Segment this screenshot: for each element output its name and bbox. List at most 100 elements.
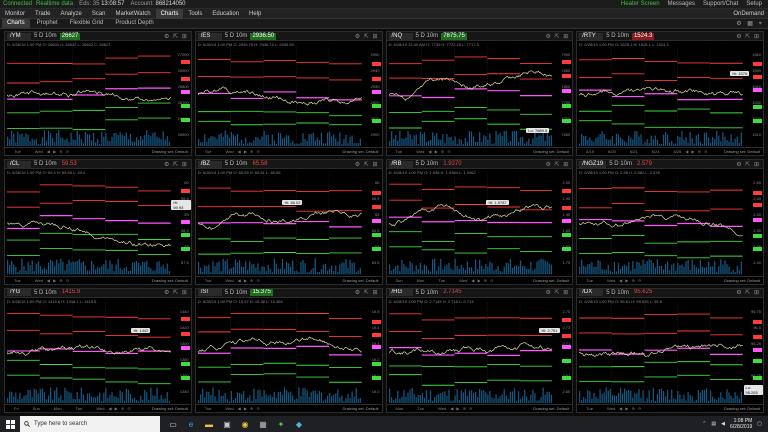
drawing-set[interactable]: Drawing set: Default (533, 278, 572, 283)
price-plot[interactable] (197, 46, 362, 147)
support-chat-link[interactable]: Support/Chat (703, 1, 738, 7)
chart-controls[interactable]: ⚙ ⇱ ⊞ (355, 161, 382, 168)
menu-item-monitor[interactable]: Monitor (0, 9, 30, 19)
chart-panel[interactable]: /NGZ19 5 D 10m 2.579 ⚙ ⇱ ⊞ D: 6/28/19 1:… (576, 159, 764, 285)
price-plot[interactable] (197, 302, 362, 403)
chart-controls[interactable]: ⚙ ⇱ ⊞ (355, 33, 382, 40)
chrome-icon[interactable]: ◉ (240, 419, 250, 429)
chart-tools[interactable]: ⚙ ▦ ⌖ (736, 20, 768, 28)
zoom-controls[interactable]: ◀ ▶ ⊕ ⊖ (619, 406, 642, 411)
symbol-field[interactable]: /RTY (579, 32, 604, 40)
symbol-field[interactable]: /RB (388, 160, 413, 168)
symbol-field[interactable]: /CL (7, 160, 31, 168)
chevron-up-icon[interactable]: ⌃ (702, 421, 706, 427)
start-button[interactable] (0, 416, 20, 432)
clock[interactable]: 1:08 PM 6/28/2019 (730, 418, 752, 430)
price-plot[interactable] (7, 302, 171, 403)
time-period[interactable]: 5 D 10m (34, 290, 57, 296)
symbol-field[interactable]: /HG (388, 289, 413, 297)
time-period[interactable]: 5 D 10m (225, 161, 248, 167)
symbol-field[interactable]: /DX (579, 289, 604, 297)
price-plot[interactable] (197, 174, 362, 275)
chart-controls[interactable]: ⚙ ⇱ ⊞ (545, 289, 572, 296)
zoom-controls[interactable]: ◀ ▶ ⊕ ⊖ (471, 278, 494, 283)
chart-panel[interactable]: /YM 5 D 10m 26627 ⚙ ⇱ ⊞ D: 6/28/19 1:00 … (4, 31, 192, 157)
chart-controls[interactable]: ⚙ ⇱ ⊞ (545, 33, 572, 40)
zoom-controls[interactable]: ◀ ▶ ⊕ ⊖ (428, 149, 451, 154)
symbol-field[interactable]: /BZ (197, 160, 222, 168)
time-period[interactable]: 5 D 10m (606, 33, 629, 39)
notification-icon[interactable]: ▢ (757, 421, 762, 427)
zoom-controls[interactable]: ◀ ▶ ⊕ ⊖ (47, 149, 70, 154)
time-period[interactable]: 5 D 10m (606, 290, 629, 296)
chart-controls[interactable]: ⚙ ⇱ ⊞ (736, 33, 763, 40)
drawing-set[interactable]: Drawing set: Default (152, 278, 191, 283)
subtab-flexible-grid[interactable]: Flexible Grid (65, 19, 109, 28)
chart-controls[interactable]: ⚙ ⇱ ⊞ (736, 161, 763, 168)
chart-panel[interactable]: /DX 5 D 10m 95.625 ⚙ ⇱ ⊞ D: 6/28/19 1:00… (576, 287, 764, 413)
menu-item-help[interactable]: Help (244, 9, 266, 19)
chart-panel[interactable]: /ES 5 D 10m 2936.50 ⚙ ⇱ ⊞ D: 6/28/19 1:0… (194, 31, 383, 157)
zoom-controls[interactable]: ◀ ▶ ⊕ ⊖ (619, 278, 642, 283)
chart-controls[interactable]: ⚙ ⇱ ⊞ (164, 161, 191, 168)
drawing-set[interactable]: Drawing set: Default (342, 406, 381, 411)
chart-controls[interactable]: ⚙ ⇱ ⊞ (736, 289, 763, 296)
drawing-set[interactable]: Drawing set: Default (724, 149, 763, 154)
time-period[interactable]: 5 D 10m (225, 33, 248, 39)
drawing-set[interactable]: Drawing set: Default (533, 149, 572, 154)
chart-panel[interactable]: /SI 5 D 10m 15.375 ⚙ ⇱ ⊞ D: 6/28/19 1:00… (194, 287, 383, 413)
zoom-controls[interactable]: ◀ ▶ ⊕ ⊖ (108, 406, 131, 411)
chart-panel[interactable]: /RB 5 D 10m 1.9370 ⚙ ⇱ ⊞ D: 6/28/19 1:00… (385, 159, 574, 285)
taskbar-search[interactable]: Type here to search (20, 416, 160, 432)
symbol-field[interactable]: /SI (197, 289, 222, 297)
subtab-product-depth[interactable]: Product Depth (110, 19, 158, 28)
network-icon[interactable]: ▤ (711, 421, 716, 427)
symbol-field[interactable]: /ES (197, 32, 222, 40)
ondemand-button[interactable]: OnDemand (733, 11, 768, 17)
time-period[interactable]: 5 D 10m (34, 33, 57, 39)
chart-panel[interactable]: /NQ 5 D 10m 7875.75 ⚙ ⇱ ⊞ D: 6/28/19 12:… (385, 31, 574, 157)
drawing-set[interactable]: Drawing set: Default (152, 406, 191, 411)
app-icon[interactable]: ◆ (294, 419, 304, 429)
chart-controls[interactable]: ⚙ ⇱ ⊞ (164, 33, 191, 40)
heater-screen-link[interactable]: Heater Screen (621, 1, 660, 7)
price-plot[interactable] (388, 174, 553, 275)
symbol-field[interactable]: /NGZ19 (579, 160, 607, 168)
drawing-set[interactable]: Drawing set: Default (533, 406, 572, 411)
subtab-prophet[interactable]: Prophet (32, 19, 63, 28)
zoom-controls[interactable]: ◀ ▶ ⊕ ⊖ (47, 278, 70, 283)
file-explorer-icon[interactable]: ▬ (204, 419, 214, 429)
zoom-controls[interactable]: ◀ ▶ ⊕ ⊖ (685, 149, 708, 154)
drawing-set[interactable]: Drawing set: Default (724, 278, 763, 283)
symbol-field[interactable]: /NQ (388, 32, 413, 40)
drawing-set[interactable]: Drawing set: Default (724, 406, 763, 411)
price-plot[interactable] (579, 302, 743, 403)
menu-item-scan[interactable]: Scan (87, 9, 111, 19)
price-plot[interactable] (7, 174, 171, 275)
chart-panel[interactable]: /RTY 5 D 10m 1524.3 ⚙ ⇱ ⊞ D: 6/28/19 1:0… (576, 31, 764, 157)
chart-panel[interactable]: /CL 5 D 10m 59.53 ⚙ ⇱ ⊞ D: 6/28/19 1:00 … (4, 159, 192, 285)
task-view-icon[interactable]: ▭ (168, 419, 178, 429)
zoom-controls[interactable]: ◀ ▶ ⊕ ⊖ (238, 149, 261, 154)
menu-item-trade[interactable]: Trade (30, 9, 55, 19)
chart-controls[interactable]: ⚙ ⇱ ⊞ (164, 289, 191, 296)
zoom-controls[interactable]: ◀ ▶ ⊕ ⊖ (238, 278, 261, 283)
menu-item-analyze[interactable]: Analyze (55, 9, 86, 19)
time-period[interactable]: 5 D 10m (225, 290, 248, 296)
setup-link[interactable]: Setup (746, 1, 762, 7)
menu-item-tools[interactable]: Tools (183, 9, 207, 19)
symbol-field[interactable]: /YM (7, 32, 31, 40)
drawing-set[interactable]: Drawing set: Default (152, 149, 191, 154)
zoom-controls[interactable]: ◀ ▶ ⊕ ⊖ (238, 406, 261, 411)
price-plot[interactable] (7, 46, 171, 147)
edge-icon[interactable]: e (186, 419, 196, 429)
time-period[interactable]: 5 D 10m (609, 161, 632, 167)
menu-item-marketwatch[interactable]: MarketWatch (111, 9, 156, 19)
zoom-controls[interactable]: ◀ ▶ ⊕ ⊖ (450, 406, 473, 411)
menu-item-education[interactable]: Education (207, 9, 244, 19)
menu-item-charts[interactable]: Charts (155, 8, 184, 19)
drawing-set[interactable]: Drawing set: Default (342, 278, 381, 283)
volume-icon[interactable]: ◀ (721, 421, 725, 427)
drawing-set[interactable]: Drawing set: Default (342, 149, 381, 154)
chart-controls[interactable]: ⚙ ⇱ ⊞ (545, 161, 572, 168)
